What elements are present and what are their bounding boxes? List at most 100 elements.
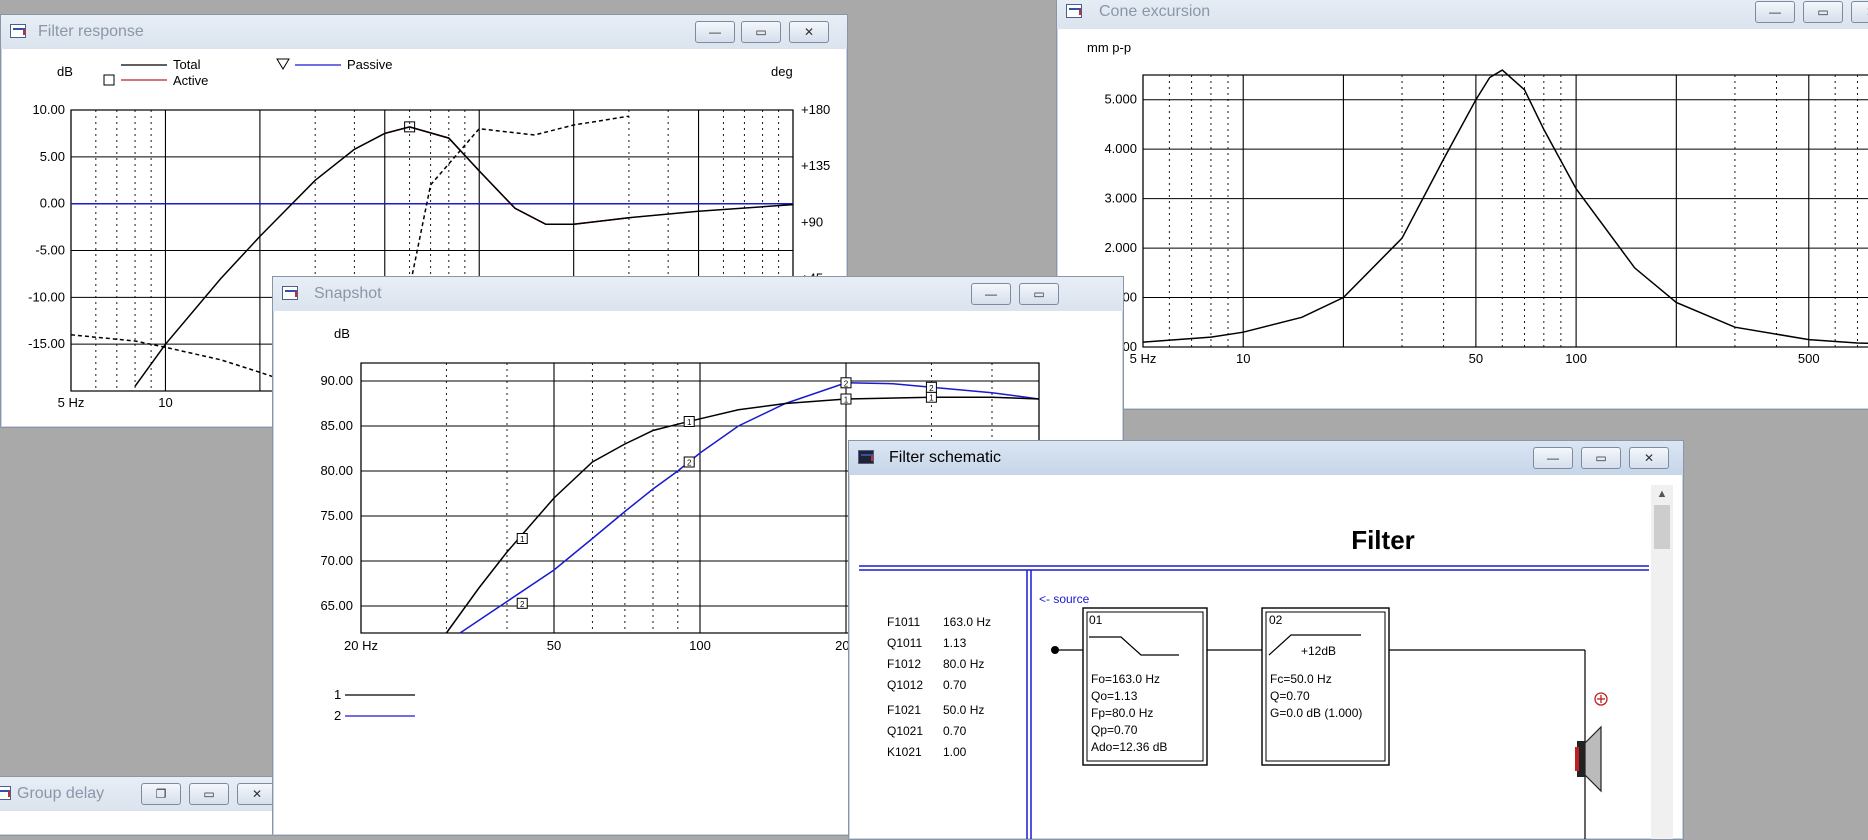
marker-label: 2 bbox=[929, 384, 934, 393]
y-tick-label: 2.000 bbox=[1104, 240, 1137, 255]
x-tick-label: 5 Hz bbox=[58, 395, 85, 410]
filter-schematic-window[interactable]: Filter schematic — ▭ ✕ ▲ Filter <- sourc… bbox=[848, 440, 1684, 840]
speaker-icon[interactable] bbox=[1575, 692, 1608, 793]
y-tick-label: 4.000 bbox=[1104, 141, 1137, 156]
param-name: Q1021 bbox=[887, 724, 923, 738]
y-tick-label: 65.00 bbox=[320, 598, 353, 613]
block-param: Ado=12.36 dB bbox=[1091, 740, 1167, 754]
legend-active: Active bbox=[173, 73, 208, 88]
legend-total: Total bbox=[173, 57, 201, 72]
x-tick-label: 20 Hz bbox=[344, 638, 378, 653]
param-value: 80.0 Hz bbox=[943, 657, 984, 671]
block-id: 02 bbox=[1269, 613, 1283, 627]
filter-block-02[interactable]: 02 +12dB Fc=50.0 Hz Q=0.70 G=0.0 dB (1.000… bbox=[1261, 607, 1390, 766]
schematic-heading: Filter bbox=[1351, 525, 1415, 555]
plot-frame bbox=[1142, 74, 1868, 348]
x-tick-label: 100 bbox=[689, 638, 711, 653]
block-param: Fo=163.0 Hz bbox=[1091, 672, 1160, 686]
y-tick-label: 10.00 bbox=[32, 102, 65, 117]
y-tick-label: 80.00 bbox=[320, 463, 353, 478]
legend-2-label: 2 bbox=[334, 708, 341, 723]
x-tick-label: 50 bbox=[547, 638, 561, 653]
x-tick-label: 10 bbox=[1236, 351, 1250, 366]
legend: 1 2 bbox=[334, 687, 415, 723]
cone-excursion-window[interactable]: Cone excursion — ▭ ✕ mm p-p 5.0004.0003.… bbox=[1056, 0, 1868, 410]
y-tick-label: 3.000 bbox=[1104, 191, 1137, 206]
x-tick-label: 10 bbox=[158, 395, 172, 410]
y2-tick-label: +90 bbox=[801, 214, 823, 229]
x-axis-ticks: 5 Hz 10 bbox=[58, 395, 173, 410]
marker-label: 1 bbox=[520, 535, 525, 544]
param-name: Q1011 bbox=[887, 636, 922, 650]
block-param: Qp=0.70 bbox=[1091, 723, 1138, 737]
param-name: Q1012 bbox=[887, 678, 923, 692]
y-tick-label: 75.00 bbox=[320, 508, 353, 523]
y-tick-label: 5.00 bbox=[40, 149, 65, 164]
x-tick-label: 5 Hz bbox=[1130, 351, 1157, 366]
legend-passive: Passive bbox=[347, 57, 393, 72]
x-axis-ticks: 20 Hz 50 100 200 bbox=[344, 638, 857, 653]
schematic-canvas: Filter <- source F1011 163.0 HzQ1011 1.13F… bbox=[859, 525, 1649, 839]
param-value: 1.13 bbox=[943, 636, 967, 650]
marker-label: 2 bbox=[844, 379, 849, 388]
marker-label: 1 bbox=[687, 418, 692, 427]
param-name: F1011 bbox=[887, 615, 920, 629]
window-title: Group delay bbox=[17, 785, 105, 802]
y-tick-label: 85.00 bbox=[320, 418, 353, 433]
param-value: 50.0 Hz bbox=[943, 703, 984, 717]
axis-unit: mm p-p bbox=[1087, 40, 1131, 55]
legend-1-label: 1 bbox=[334, 687, 341, 702]
block-param: Fc=50.0 Hz bbox=[1270, 672, 1332, 686]
param-name: F1021 bbox=[887, 703, 921, 717]
left-axis-unit: dB bbox=[57, 64, 73, 79]
block-param: Q=0.70 bbox=[1270, 689, 1310, 703]
y-tick-label: -10.00 bbox=[28, 289, 65, 304]
x-axis-ticks: 5 Hz10501005001000 bbox=[1130, 351, 1820, 366]
y-tick-label: -15.00 bbox=[28, 336, 65, 351]
filter-block-01[interactable]: 01 Fo=163.0 Hz Qo=1.13 Fp=80.0 Hz Qp=0.70 Ad… bbox=[1082, 607, 1208, 766]
source-label: <- source bbox=[1039, 592, 1090, 606]
y-tick-label: 5.000 bbox=[1104, 92, 1137, 107]
x-tick-label: 50 bbox=[1469, 351, 1483, 366]
x-tick-label: 500 bbox=[1798, 351, 1820, 366]
block-param: G=0.0 dB (1.000) bbox=[1270, 706, 1362, 720]
parameter-list: F1011 163.0 Hz Q1011 1.13 F1012 80.0 Hz Q1012 0… bbox=[887, 615, 991, 759]
marker-label: 2 bbox=[687, 459, 692, 468]
close-button[interactable]: ✕ bbox=[237, 783, 277, 805]
chart-window-icon bbox=[0, 786, 11, 800]
y-tick-label: 0.00 bbox=[40, 196, 65, 211]
y-axis-ticks: 90.00 85.00 80.00 75.00 70.00 65.00 bbox=[320, 373, 353, 613]
square-marker-icon bbox=[103, 74, 115, 86]
param-name: K1021 bbox=[887, 745, 922, 759]
marker-label: 1 bbox=[929, 394, 934, 403]
cone-excursion-plot: mm p-p 5.0004.0003.0002.0001.0000.000 5 … bbox=[1087, 40, 1868, 366]
maximize-button[interactable]: ▭ bbox=[189, 783, 229, 805]
group-delay-window[interactable]: Group delay ❐ ▭ ✕ bbox=[0, 776, 281, 836]
y-tick-label: 70.00 bbox=[320, 553, 353, 568]
param-name: F1012 bbox=[887, 657, 921, 671]
y2-tick-label: +135 bbox=[801, 158, 830, 173]
marker-label: 2 bbox=[520, 600, 525, 609]
y-tick-label: 90.00 bbox=[320, 373, 353, 388]
param-value: 163.0 Hz bbox=[943, 615, 991, 629]
block-id: 01 bbox=[1089, 613, 1103, 627]
param-value: 0.70 bbox=[943, 724, 967, 738]
y-axis-ticks: 10.00 5.00 0.00 -5.00 -10.00 -15.00 bbox=[28, 102, 65, 351]
x-tick-label: 100 bbox=[1565, 351, 1587, 366]
grid bbox=[1142, 74, 1868, 348]
restore-button[interactable]: ❐ bbox=[141, 783, 181, 805]
marker-label: 1 bbox=[844, 396, 849, 405]
legend: Total Active Passive bbox=[103, 57, 393, 88]
group-delay-titlebar[interactable]: Group delay ❐ ▭ ✕ bbox=[0, 777, 280, 811]
block-param: Qo=1.13 bbox=[1091, 689, 1138, 703]
y-tick-label: -5.00 bbox=[35, 243, 65, 258]
block-param: Fp=80.0 Hz bbox=[1091, 706, 1153, 720]
series-excursion bbox=[1142, 69, 1868, 345]
right-axis-unit: deg bbox=[771, 64, 793, 79]
series-active bbox=[384, 126, 629, 226]
series bbox=[1142, 69, 1868, 345]
triangle-marker-icon bbox=[276, 58, 290, 70]
block-slope: +12dB bbox=[1301, 644, 1336, 658]
param-value: 1.00 bbox=[943, 745, 967, 759]
param-value: 0.70 bbox=[943, 678, 967, 692]
